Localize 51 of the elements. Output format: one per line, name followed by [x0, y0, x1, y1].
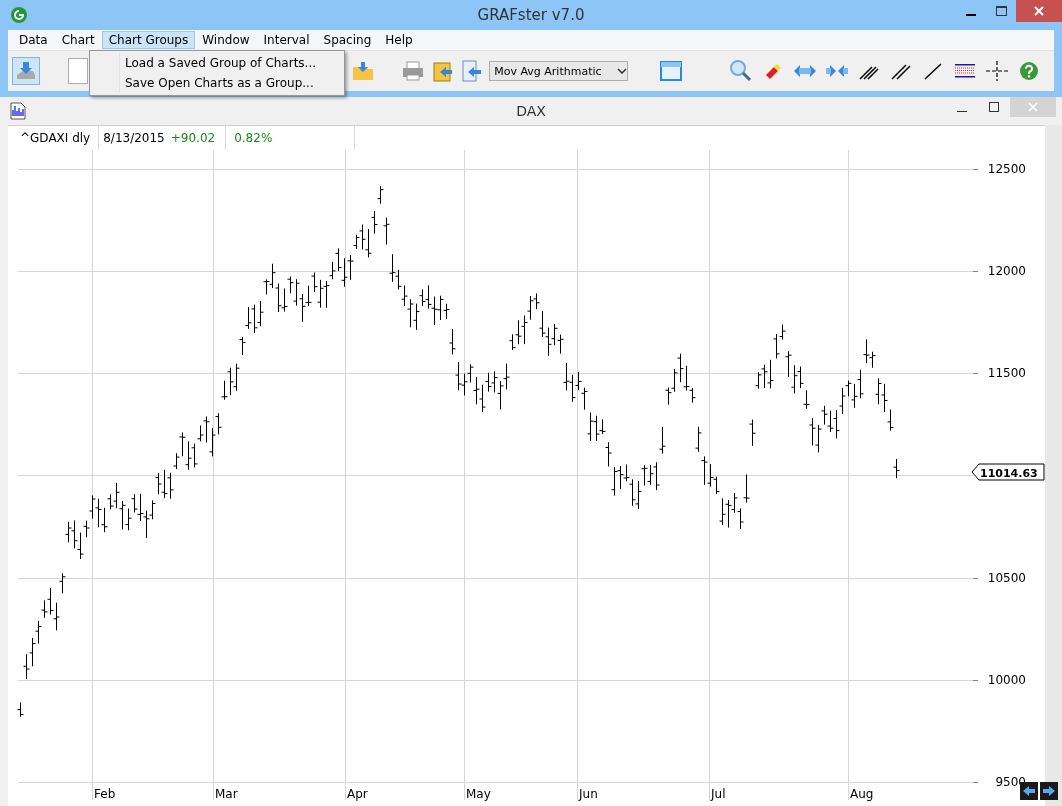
month-axis-label: Aug	[850, 787, 874, 801]
chart-window-title: DAX	[516, 103, 546, 119]
price-axis-label: 10500	[987, 571, 1026, 585]
menu-item[interactable]: Interval	[256, 31, 317, 49]
maximize-icon	[995, 6, 1007, 16]
month-axis-label: May	[466, 787, 491, 801]
menu-item[interactable]: Window	[195, 31, 257, 49]
month-axis-label: Jun	[579, 787, 598, 801]
tick-mark	[972, 373, 979, 374]
symbol-label: ^GDAXI dly	[8, 126, 100, 150]
window-title: GRAFster v7.0	[477, 6, 585, 24]
menu-entry[interactable]: Save Open Charts as a Group...	[90, 73, 344, 93]
month-axis-label: Mar	[215, 787, 238, 801]
scroll-right-button[interactable]	[1040, 782, 1058, 800]
crosshair-icon[interactable]	[984, 58, 1010, 84]
search-icon[interactable]	[728, 58, 754, 84]
menu-item[interactable]: Chart Groups	[101, 31, 196, 49]
download-drive-icon[interactable]	[12, 57, 40, 85]
close-icon	[1028, 102, 1038, 112]
chart-document-icon	[10, 102, 26, 120]
minimize-icon	[966, 13, 976, 16]
menu-item[interactable]: Data	[12, 31, 55, 49]
tick-mark	[972, 169, 979, 170]
price-axis-label: 12000	[987, 264, 1026, 278]
symbol-field[interactable]	[67, 58, 88, 84]
date-label: 8/13/2015	[102, 130, 165, 147]
menu-item[interactable]: Help	[378, 31, 420, 49]
app-logo-icon	[10, 6, 28, 24]
month-axis-label: Apr	[347, 787, 368, 801]
tick-mark	[972, 578, 979, 579]
price-axis-label: 11500	[987, 366, 1026, 380]
menu-entry[interactable]: Load a Saved Group of Charts...	[90, 53, 344, 73]
price-axis-label: 12500	[987, 162, 1026, 176]
tick-mark	[972, 680, 979, 681]
window-icon[interactable]	[658, 58, 684, 84]
menu-item[interactable]: Chart	[54, 31, 102, 49]
change-label: +90.02	[170, 126, 227, 150]
minimize-icon	[957, 110, 967, 112]
month-axis-label: Feb	[94, 787, 116, 801]
last-price-tag: 11014.63	[971, 463, 1045, 481]
indicator-dropdown[interactable]: Mov Avg Arithmatic	[489, 61, 628, 81]
tick-mark	[972, 271, 979, 272]
percent-label: 0.82%	[234, 126, 356, 150]
tick-mark	[972, 782, 979, 783]
price-axis-label: 10000	[987, 673, 1026, 687]
month-axis-label: Jul	[711, 787, 726, 801]
chevron-down-icon	[617, 68, 627, 74]
menu-item[interactable]: Spacing	[316, 31, 379, 49]
maximize-icon	[989, 102, 999, 112]
close-icon	[1034, 6, 1044, 16]
close-button[interactable]	[1016, 0, 1062, 22]
